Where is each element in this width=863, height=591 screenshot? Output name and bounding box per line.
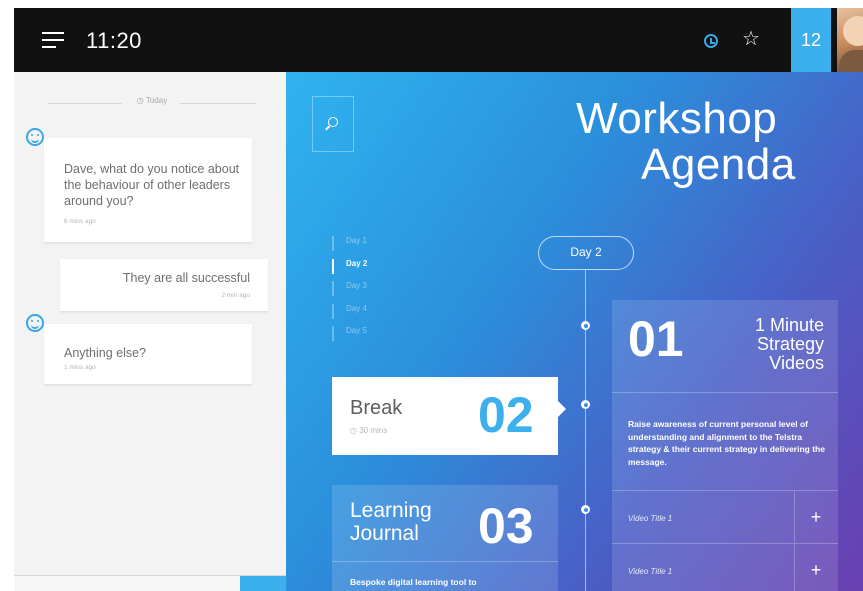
timeline-node (581, 321, 590, 330)
notification-count-badge[interactable]: 12 (791, 8, 831, 72)
add-video-plus-icon[interactable]: + (794, 544, 838, 591)
video-title: Video Title 1 (628, 514, 673, 523)
chat-message-time: 1 mins ago (64, 364, 96, 371)
timeline-node (581, 400, 590, 409)
day-tab-3[interactable]: Day 3 (332, 281, 367, 297)
clock-time: 11:20 (86, 28, 142, 53)
session-duration: ◷ 30 mins (350, 426, 388, 435)
agenda-title-line1: Workshop (576, 94, 778, 143)
session-card-strategy-videos[interactable]: 01 1 Minute Strategy Videos Raise awaren… (612, 300, 838, 591)
chat-message-time: 2 min ago (221, 292, 250, 299)
day-tab-1[interactable]: Day 1 (332, 236, 367, 252)
bot-smiley-icon (26, 314, 44, 332)
session-description: Bespoke digital learning tool to (350, 577, 477, 587)
add-video-plus-icon[interactable]: + (794, 491, 838, 543)
session-name: Learning Journal (350, 499, 432, 545)
clock-icon[interactable] (704, 34, 718, 48)
session-number: 03 (478, 498, 534, 554)
session-card-learning-journal[interactable]: Learning Journal 03 Bespoke digital lear… (332, 485, 558, 591)
video-list-item[interactable]: Video Title 1 + (612, 543, 838, 591)
current-day-pill[interactable]: Day 2 (538, 236, 634, 270)
top-bar: 11:20 ☆ 12 (14, 8, 863, 72)
chat-date-divider: ◷ Today (14, 96, 286, 110)
chat-message-text: Anything else? (64, 346, 147, 360)
chat-message-user: They are all successful 2 min ago (60, 259, 268, 312)
app-frame: 11:20 ☆ 12 ◷ Today Dave, what do you not… (0, 0, 863, 591)
chat-date-label: ◷ Today (136, 96, 168, 105)
session-name: Break (350, 397, 403, 419)
chat-input-bar[interactable] (14, 575, 286, 591)
star-icon[interactable]: ☆ (742, 28, 760, 50)
send-button[interactable] (240, 576, 286, 591)
hamburger-menu-icon[interactable] (42, 32, 64, 48)
user-avatar[interactable] (837, 8, 863, 72)
agenda-title-line2: Agenda (641, 140, 796, 189)
chat-panel: ◷ Today Dave, what do you notice about t… (14, 72, 286, 591)
session-card-break[interactable]: Break ◷ 30 mins 02 (332, 377, 566, 455)
timeline-node (581, 505, 590, 514)
chat-message-text: They are all successful (122, 271, 250, 285)
session-description: Raise awareness of current personal leve… (628, 419, 825, 467)
session-number: 01 (628, 311, 684, 367)
video-title: Video Title 1 (628, 567, 673, 576)
agenda-panel: Workshop Agenda Day 1 Day 2 Day 3 Day 4 … (286, 72, 863, 591)
timeline-line (585, 270, 586, 591)
chat-message-text: Dave, what do you notice about the behav… (64, 162, 240, 208)
bot-smiley-icon (26, 128, 44, 146)
chat-message-time: 6 mins ago (64, 218, 96, 225)
chat-message-bot: Dave, what do you notice about the behav… (44, 138, 252, 243)
day-tab-4[interactable]: Day 4 (332, 304, 367, 320)
video-list-item[interactable]: Video Title 1 + (612, 490, 838, 543)
search-button[interactable] (312, 96, 354, 152)
chat-message-bot: Anything else? 1 mins ago (44, 324, 252, 385)
day-tab-5[interactable]: Day 5 (332, 326, 367, 342)
day-tab-2[interactable]: Day 2 (332, 259, 367, 275)
session-number: 02 (478, 387, 534, 443)
session-title: 1 Minute Strategy Videos (754, 315, 824, 373)
